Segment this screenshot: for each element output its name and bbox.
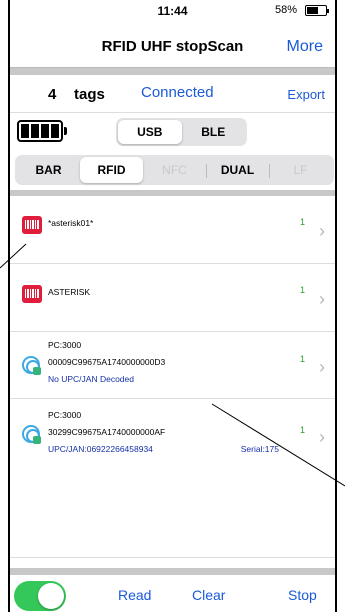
chevron-right-icon: ›: [319, 427, 325, 447]
status-bar: 11:44 58%: [10, 0, 335, 22]
battery-icon: [305, 5, 329, 16]
connection-selector: USB BLE: [116, 118, 247, 146]
read-count: 1: [299, 425, 305, 435]
tag-epc: 30299C99675A1740000000AF: [48, 427, 166, 437]
section-divider: [10, 68, 335, 75]
bottom-toolbar: Read Clear Stop: [10, 568, 335, 612]
nav-bar: RFID UHF stopScan More: [10, 22, 335, 68]
tag-epc: 00009C99675A1740000000D3: [48, 357, 166, 367]
mode-rfid[interactable]: RFID: [80, 157, 143, 183]
scan-toggle[interactable]: [14, 581, 66, 611]
clear-button[interactable]: Clear: [192, 587, 225, 603]
mode-nfc[interactable]: NFC: [143, 157, 206, 183]
connection-row: USB BLE: [10, 113, 335, 153]
list-item[interactable]: ASTERISK 1 ›: [10, 264, 335, 332]
tag-serial: Serial:175: [240, 444, 279, 454]
list-item[interactable]: PC:3000 00009C99675A1740000000D3 No UPC/…: [10, 332, 335, 399]
rfid-tag-icon: [22, 356, 41, 375]
chevron-right-icon: ›: [319, 289, 325, 309]
barcode-icon: [22, 285, 42, 303]
tag-data: ASTERISK: [48, 287, 91, 297]
mode-lf[interactable]: LF: [269, 157, 332, 183]
read-button[interactable]: Read: [118, 587, 151, 603]
tag-data: *asterisk01*: [48, 218, 94, 228]
tag-upc: UPC/JAN:06922266458934: [48, 444, 153, 454]
tag-upc: No UPC/JAN Decoded: [48, 374, 134, 384]
chevron-right-icon: ›: [319, 221, 325, 241]
read-count: 1: [299, 354, 305, 364]
tag-count: 4: [48, 86, 57, 103]
connection-status: Connected: [141, 84, 214, 101]
tag-count-unit: tags: [74, 86, 105, 103]
app-screen: 11:44 58% RFID UHF stopScan More 4 tags …: [8, 0, 337, 612]
battery-percent: 58%: [274, 4, 297, 16]
mode-selector: BAR RFID NFC DUAL LF: [15, 155, 334, 185]
chevron-right-icon: ›: [319, 357, 325, 377]
list-item[interactable]: PC:3000 30299C99675A1740000000AF UPC/JAN…: [10, 399, 335, 558]
rfid-tag-icon: [22, 425, 41, 444]
stop-button[interactable]: Stop: [288, 587, 317, 603]
tag-pc: PC:3000: [48, 340, 82, 350]
tag-pc: PC:3000: [48, 410, 82, 420]
export-button[interactable]: Export: [287, 87, 325, 102]
read-count: 1: [299, 285, 305, 295]
more-button[interactable]: More: [287, 38, 323, 56]
read-count: 1: [299, 217, 305, 227]
usb-option[interactable]: USB: [118, 120, 182, 144]
mode-dual[interactable]: DUAL: [206, 157, 269, 183]
battery-full-icon: [17, 120, 67, 142]
list-item[interactable]: *asterisk01* 1 ›: [10, 196, 335, 264]
summary-row: 4 tags Connected Export: [10, 75, 335, 113]
barcode-icon: [22, 216, 42, 234]
mode-bar[interactable]: BAR: [17, 157, 80, 183]
ble-option[interactable]: BLE: [182, 120, 246, 144]
